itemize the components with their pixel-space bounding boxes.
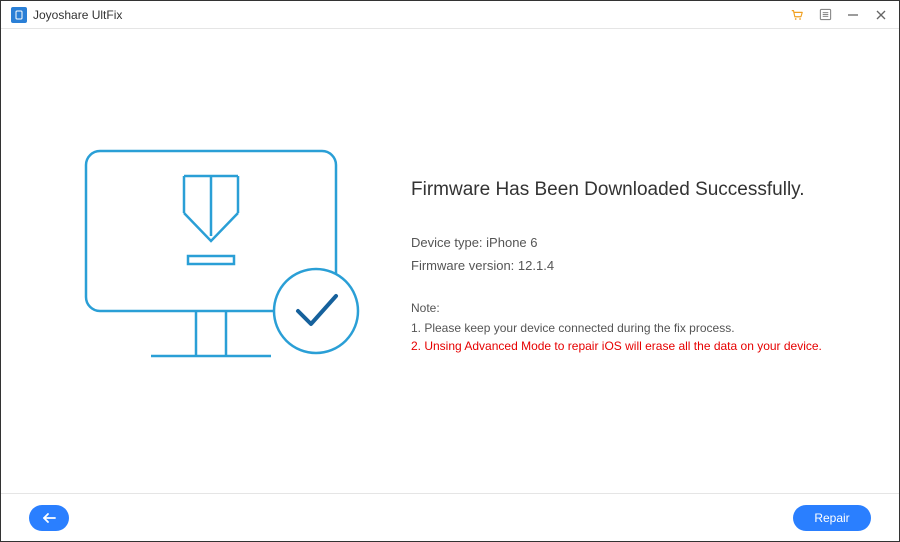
back-button[interactable] bbox=[29, 505, 69, 531]
titlebar-controls bbox=[789, 7, 889, 23]
firmware-version-row: Firmware version: 12.1.4 bbox=[411, 254, 859, 277]
download-complete-illustration bbox=[41, 111, 381, 411]
footer: Repair bbox=[1, 493, 899, 541]
device-type-label: Device type: bbox=[411, 235, 483, 250]
menu-icon[interactable] bbox=[817, 7, 833, 23]
close-icon[interactable] bbox=[873, 7, 889, 23]
main-area: Firmware Has Been Downloaded Successfull… bbox=[1, 29, 899, 493]
device-type-value: iPhone 6 bbox=[486, 235, 537, 250]
device-info: Device type: iPhone 6 Firmware version: … bbox=[411, 231, 859, 278]
app-title: Joyoshare UltFix bbox=[33, 8, 122, 22]
repair-button[interactable]: Repair bbox=[793, 505, 871, 531]
firmware-version-value: 12.1.4 bbox=[518, 258, 554, 273]
minimize-icon[interactable] bbox=[845, 7, 861, 23]
cart-icon[interactable] bbox=[789, 7, 805, 23]
success-heading: Firmware Has Been Downloaded Successfull… bbox=[411, 179, 859, 201]
firmware-version-label: Firmware version: bbox=[411, 258, 514, 273]
repair-button-label: Repair bbox=[814, 511, 849, 525]
note-line-1: 1. Please keep your device connected dur… bbox=[411, 321, 859, 335]
app-icon bbox=[11, 7, 27, 23]
note-label: Note: bbox=[411, 301, 859, 315]
titlebar: Joyoshare UltFix bbox=[1, 1, 899, 29]
titlebar-left: Joyoshare UltFix bbox=[11, 7, 789, 23]
content-panel: Firmware Has Been Downloaded Successfull… bbox=[381, 169, 859, 354]
device-type-row: Device type: iPhone 6 bbox=[411, 231, 859, 254]
arrow-left-icon bbox=[41, 512, 57, 524]
note-line-2-warning: 2. Unsing Advanced Mode to repair iOS wi… bbox=[411, 339, 859, 353]
